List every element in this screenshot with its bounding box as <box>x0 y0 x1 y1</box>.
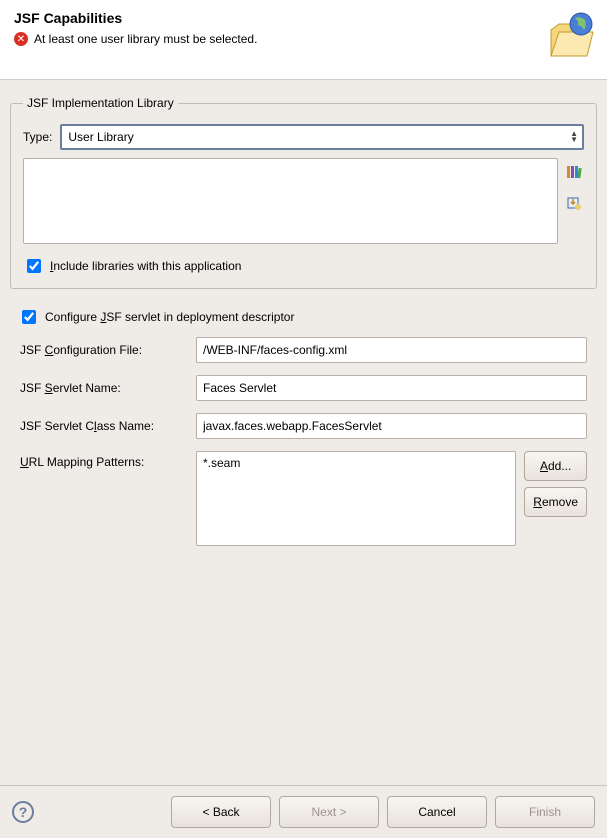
wizard-footer: ? < Back Next > Cancel Finish <box>0 785 607 838</box>
servlet-name-label: JSF Servlet Name: <box>20 381 188 395</box>
servlet-class-input[interactable] <box>196 413 587 439</box>
library-listbox[interactable] <box>23 158 558 244</box>
configure-servlet-checkbox[interactable] <box>22 310 36 324</box>
type-label: Type: <box>23 130 60 144</box>
manage-libraries-icon[interactable] <box>566 164 584 183</box>
jsf-impl-legend: JSF Implementation Library <box>23 96 178 110</box>
help-icon[interactable]: ? <box>12 801 34 823</box>
cancel-button[interactable]: Cancel <box>387 796 487 828</box>
page-title: JSF Capabilities <box>14 10 593 26</box>
jsf-impl-group: JSF Implementation Library Type: User Li… <box>10 96 597 289</box>
configure-servlet-label: Configure JSF servlet in deployment desc… <box>45 310 294 324</box>
url-mapping-item[interactable]: *.seam <box>203 456 509 470</box>
error-text: At least one user library must be select… <box>34 32 257 46</box>
type-select[interactable]: User Library ▲▼ <box>60 124 584 150</box>
validation-message: ✕ At least one user library must be sele… <box>14 32 593 46</box>
wizard-content: JSF Implementation Library Type: User Li… <box>0 80 607 785</box>
add-button[interactable]: Add... <box>524 451 587 481</box>
wizard-header: JSF Capabilities ✕ At least one user lib… <box>0 0 607 80</box>
url-mapping-list[interactable]: *.seam <box>196 451 516 546</box>
servlet-name-input[interactable] <box>196 375 587 401</box>
config-file-label: JSF Configuration File: <box>20 343 188 357</box>
include-libraries-label: Include libraries with this application <box>50 259 241 273</box>
back-button[interactable]: < Back <box>171 796 271 828</box>
download-library-icon[interactable] <box>566 195 584 214</box>
type-value: User Library <box>68 130 133 144</box>
servlet-class-label: JSF Servlet Class Name: <box>20 419 188 433</box>
next-button: Next > <box>279 796 379 828</box>
url-mapping-label: URL Mapping Patterns: <box>20 451 188 469</box>
include-libraries-checkbox[interactable] <box>27 259 41 273</box>
folder-globe-icon <box>545 10 595 63</box>
remove-button[interactable]: Remove <box>524 487 587 517</box>
finish-button: Finish <box>495 796 595 828</box>
chevron-updown-icon: ▲▼ <box>570 131 578 143</box>
error-icon: ✕ <box>14 32 28 46</box>
config-file-input[interactable] <box>196 337 587 363</box>
